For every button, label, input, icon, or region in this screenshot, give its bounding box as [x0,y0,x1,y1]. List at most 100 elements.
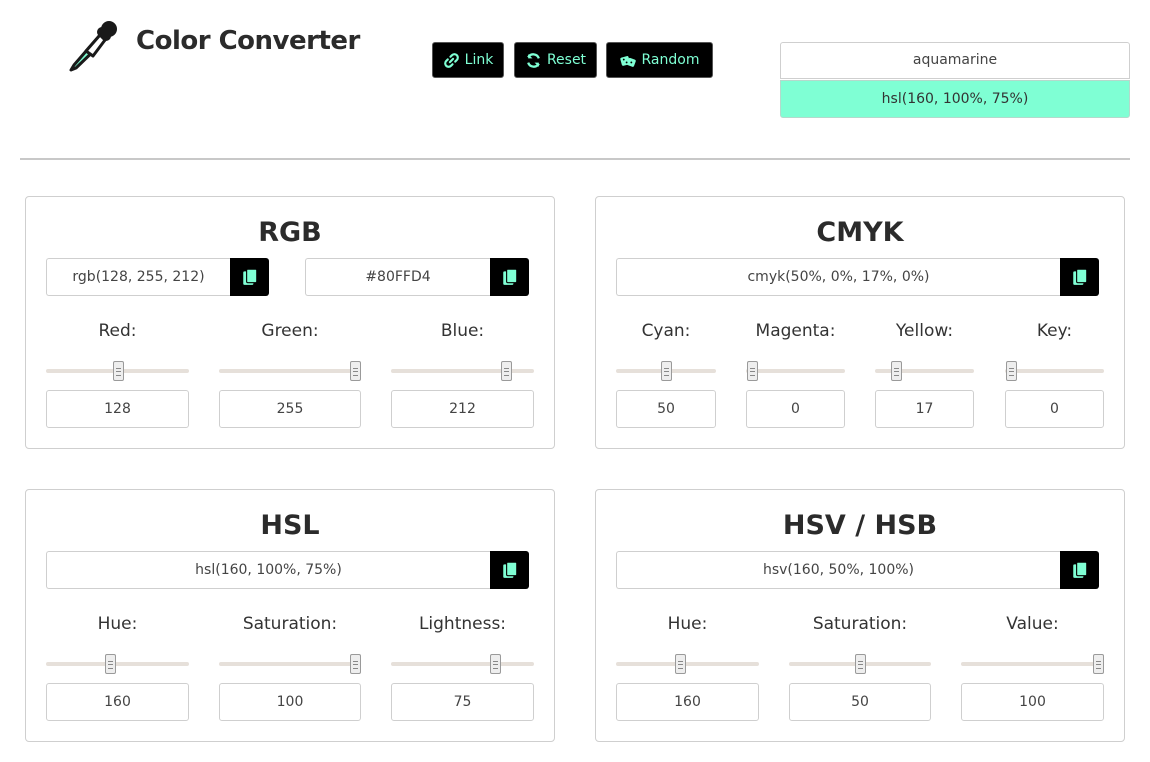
refresh-icon [527,52,540,68]
hsv-hue-input[interactable]: 160 [616,683,759,721]
random-button[interactable]: Random [606,42,713,78]
hsl-saturation-slider[interactable] [219,654,361,674]
hsv-panel: HSV / HSB hsv(160, 50%, 100%) Hue: 160 Sat… [595,489,1125,742]
slider-thumb[interactable] [500,361,512,381]
hex-string-input[interactable]: #80FFD4 [305,258,490,296]
hsl-lightness-slider[interactable] [391,654,534,674]
link-button[interactable]: Link [432,42,504,78]
slider-thumb[interactable] [747,361,758,381]
dice-icon [619,55,636,67]
hsl-string-input[interactable]: hsl(160, 100%, 75%) [46,551,490,589]
cmyk-magenta-input[interactable]: 0 [746,390,845,428]
copy-icon [502,268,517,285]
reset-button-label: Reset [546,52,587,68]
copy-icon [242,268,257,285]
cmyk-key-label: Key: [1036,321,1073,341]
hsl-copy-button[interactable] [490,551,529,589]
rgb-panel: RGB rgb(128, 255, 212) #80FFD4 Red: 128 Gr… [25,196,555,449]
color-name-input[interactable]: aquamarine [780,42,1130,79]
slider-track [46,662,189,666]
rgb-green-input[interactable]: 255 [219,390,361,428]
cmyk-yellow-input[interactable]: 17 [875,390,974,428]
cmyk-panel: CMYK cmyk(50%, 0%, 17%, 0%) Cyan: 50 Magen… [595,196,1125,449]
slider-thumb[interactable] [112,361,124,381]
hsv-string-input[interactable]: hsv(160, 50%, 100%) [616,551,1060,589]
slider-thumb[interactable] [105,654,117,674]
slider-track [219,662,361,666]
hsv-saturation-slider[interactable] [789,654,931,674]
cmyk-yellow-label: Yellow: [895,321,954,341]
hsl-lightness-label: Lightness: [418,614,507,634]
cmyk-title: CMYK [816,217,904,248]
rgb-blue-slider[interactable] [391,361,534,381]
hsl-hue-input[interactable]: 160 [46,683,189,721]
cmyk-key-slider[interactable] [1005,361,1104,381]
rgb-blue-label: Blue: [440,321,485,341]
rgb-string-field: rgb(128, 255, 212) [46,258,269,296]
cmyk-string-field: cmyk(50%, 0%, 17%, 0%) [616,258,1099,296]
cmyk-cyan-label: Cyan: [641,321,691,341]
slider-track [961,662,1104,666]
slider-thumb[interactable] [890,361,902,381]
random-button-label: Random [641,52,700,68]
slider-track [391,369,534,373]
cmyk-cyan-input[interactable]: 50 [616,390,716,428]
hsv-copy-button[interactable] [1060,551,1099,589]
rgb-green-label: Green: [261,321,319,341]
slider-thumb[interactable] [350,654,361,674]
link-icon [443,52,459,68]
rgb-red-input[interactable]: 128 [46,390,189,428]
rgb-red-label: Red: [98,321,137,341]
slider-track [875,369,974,373]
hex-string-field: #80FFD4 [305,258,529,296]
slider-thumb[interactable] [490,654,502,674]
hsv-title: HSV / HSB [782,510,938,541]
slider-thumb[interactable] [1006,361,1017,381]
cmyk-magenta-label: Magenta: [755,321,836,341]
hsv-hue-slider[interactable] [616,654,759,674]
slider-thumb[interactable] [350,361,361,381]
hsl-hue-slider[interactable] [46,654,189,674]
hsv-value-label: Value: [1006,614,1059,634]
header: Color Converter Link Reset Random aquama… [0,0,1150,160]
rgb-copy-button[interactable] [230,258,269,296]
hsv-value-slider[interactable] [961,654,1104,674]
cmyk-cyan-slider[interactable] [616,361,716,381]
hsv-value-input[interactable]: 100 [961,683,1104,721]
hex-copy-button[interactable] [490,258,529,296]
slider-track [1005,369,1104,373]
slider-track [219,369,361,373]
slider-track [616,662,759,666]
slider-thumb[interactable] [855,654,866,674]
rgb-green-slider[interactable] [219,361,361,381]
rgb-blue-input[interactable]: 212 [391,390,534,428]
slider-track [746,369,845,373]
rgb-string-input[interactable]: rgb(128, 255, 212) [46,258,230,296]
copy-icon [1072,561,1087,578]
cmyk-magenta-slider[interactable] [746,361,845,381]
hsv-saturation-input[interactable]: 50 [789,683,931,721]
rgb-red-slider[interactable] [46,361,189,381]
reset-button[interactable]: Reset [514,42,597,78]
slider-thumb[interactable] [1093,654,1104,674]
color-preview-swatch: hsl(160, 100%, 75%) [780,80,1130,118]
hsl-saturation-input[interactable]: 100 [219,683,361,721]
hsl-hue-label: Hue: [97,614,138,634]
hsl-saturation-label: Saturation: [242,614,338,634]
slider-track [391,662,534,666]
cmyk-key-input[interactable]: 0 [1005,390,1104,428]
hsl-string-field: hsl(160, 100%, 75%) [46,551,529,589]
copy-icon [1072,268,1087,285]
cmyk-copy-button[interactable] [1060,258,1099,296]
cmyk-yellow-slider[interactable] [875,361,974,381]
hsv-hue-label: Hue: [667,614,708,634]
eyedropper-icon [69,21,117,72]
hsl-panel: HSL hsl(160, 100%, 75%) Hue: 160 Saturatio… [25,489,555,742]
slider-thumb[interactable] [661,361,672,381]
slider-thumb[interactable] [675,654,687,674]
rgb-title: RGB [258,217,322,248]
hsv-string-field: hsv(160, 50%, 100%) [616,551,1099,589]
link-button-label: Link [464,52,494,68]
cmyk-string-input[interactable]: cmyk(50%, 0%, 17%, 0%) [616,258,1060,296]
hsl-lightness-input[interactable]: 75 [391,683,534,721]
